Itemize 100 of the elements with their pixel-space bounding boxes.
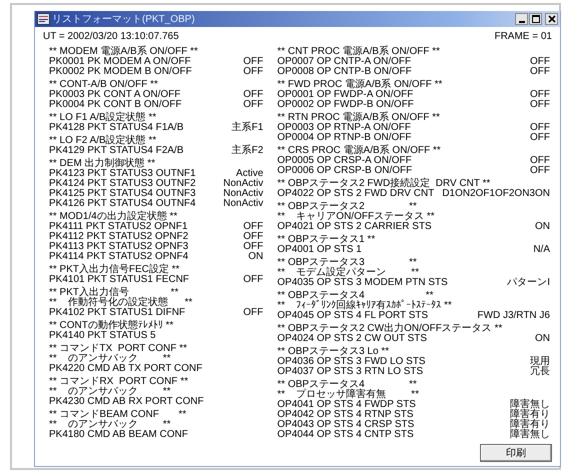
item-value: ON: [248, 252, 264, 262]
group-heading: ** CONT-A/B ON/OFF **: [49, 80, 158, 90]
item-label: PK4180 CMD AB BEAM CONF: [49, 430, 188, 440]
item-value: 冗長: [530, 367, 551, 377]
item-value: OFF: [530, 90, 551, 100]
group-heading: ** 作動符号化の設定状態 **: [49, 298, 194, 308]
item-label: PK0004 PK CONT B ON/OFF: [49, 100, 182, 110]
group-heading: ** DEM 出力制御状態 **: [49, 159, 156, 169]
item-label: PK0001 PK MODEM A ON/OFF: [49, 57, 191, 67]
maximize-button[interactable]: [529, 13, 542, 25]
item-value: 障害有り: [510, 420, 551, 430]
item-label: OP4001 OP STS 1: [277, 245, 362, 255]
item-value: パターンI: [507, 278, 551, 288]
item-label: PK4113 PKT STATUS2 OPNF3: [49, 242, 188, 252]
item-value: OFF: [243, 275, 264, 285]
group-heading: ** のアンサバック **: [49, 354, 172, 364]
item-value: 障害無し: [510, 400, 551, 410]
item-value: D1ON2OF1OF2ON3ON: [442, 189, 551, 199]
item-label: PK0002 PK MODEM B ON/OFF: [49, 67, 192, 77]
item-label: OP0001 OP FWDP-A ON/OFF: [277, 90, 414, 100]
item-value: ON: [535, 222, 551, 232]
group-heading: ** LO F2 A/B設定状態 **: [49, 136, 156, 146]
item-value: OFF: [243, 100, 264, 110]
item-label: OP4021 OP STS 2 CARRIER STS: [277, 222, 432, 232]
group-heading: ** ﾌｨｰﾀﾞﾘﾝｸ回線ｷｬﾘｱ有ｽｶﾎﾟｰﾄｽﾃｰﾀｽ **: [277, 301, 453, 311]
group-heading: ** MOD1/4の出力設定状態 **: [49, 212, 178, 222]
group-heading: ** キャリアON/OFFステータス **: [277, 212, 436, 222]
group-heading: ** モデム設定パターン **: [277, 268, 420, 278]
group-heading: ** PKT入出力信号 **: [49, 288, 180, 298]
item-label: OP0006 OP CRSP-B ON/OFF: [277, 166, 412, 176]
maximize-icon: [532, 15, 540, 23]
item-value: 障害無し: [510, 430, 551, 440]
item-value: OFF: [530, 57, 551, 67]
item-value: 現用: [530, 357, 551, 367]
item-label: PK4101 PKT STATUS1 FECNF: [49, 275, 190, 285]
group-heading: ** OBPステータス3 **: [277, 258, 418, 268]
item-value: OFF: [530, 133, 551, 143]
item-value: OFF: [243, 222, 264, 232]
group-heading: ** のアンサバック **: [49, 387, 172, 397]
item-value: OFF: [530, 123, 551, 133]
item-value: OFF: [530, 156, 551, 166]
close-icon: [548, 15, 556, 23]
item-label: PK4126 PKT STATUS4 OUTNF4: [49, 199, 196, 209]
window-title: リストフォーマット(PKT_OBP): [52, 13, 196, 26]
item-label: OP4024 OP STS 2 CW OUT STS: [277, 334, 427, 344]
item-value: OFF: [243, 90, 264, 100]
group-heading: ** OBPステータス4 **: [277, 291, 434, 301]
minimize-button[interactable]: [515, 13, 528, 25]
item-value: OFF: [243, 308, 264, 318]
group-heading: ** RTN PROC 電源A/B系 ON/OFF **: [277, 113, 441, 123]
item-value: NonActiv: [223, 189, 264, 199]
group-heading: ** CRS PROC 電源A/B系 ON/OFF **: [277, 146, 442, 156]
item-value: NonActiv: [223, 179, 264, 189]
item-value: N/A: [533, 245, 551, 255]
item-label: PK4124 PKT STATUS3 OUTNF2: [49, 179, 196, 189]
item-label: OP0007 OP CNTP-A ON/OFF: [277, 57, 412, 67]
item-label: OP4043 OP STS 4 CRSP STS: [277, 420, 414, 430]
group-heading: ** OBPステータス2 **: [277, 202, 418, 212]
item-value: NonActiv: [223, 199, 264, 209]
item-value: Active: [236, 169, 264, 179]
group-heading: ** コマンドTX PORT CONF **: [49, 344, 188, 354]
item-label: PK4125 PKT STATUS4 OUTNF3: [49, 189, 196, 199]
item-label: OP4042 OP STS 4 RTNP STS: [277, 410, 414, 420]
item-value: OFF: [530, 166, 551, 176]
group-heading: ** のアンサバック **: [49, 420, 172, 430]
item-value: OFF: [243, 67, 264, 77]
group-heading: ** OBPステータス2 FWD接続設定 DRV CNT **: [277, 179, 492, 189]
group-heading: ** OBPステータス2 CW出力ON/OFFステータス **: [277, 324, 504, 334]
item-label: OP4041 OP STS 4 FWDP STS: [277, 400, 416, 410]
group-heading: ** OBPステータス4 **: [277, 380, 418, 390]
group-heading: ** CONTの動作状態ﾃﾚﾒﾄﾘ **: [49, 321, 174, 331]
item-label: OP4044 OP STS 4 CNTP STS: [277, 430, 414, 440]
item-label: OP0008 OP CNTP-B ON/OFF: [277, 67, 412, 77]
item-value: OFF: [530, 100, 551, 110]
item-label: OP4035 OP STS 3 MODEM PTN STS: [277, 278, 448, 288]
item-label: OP0004 OP RTNP-B ON/OFF: [277, 133, 412, 143]
item-label: PK0003 PK CONT A ON/OFF: [49, 90, 181, 100]
close-button[interactable]: [545, 13, 558, 25]
item-value: 障害有り: [510, 410, 551, 420]
group-heading: ** プロセッサ障害有無 **: [277, 390, 420, 400]
print-button[interactable]: 印刷: [480, 444, 552, 462]
item-label: OP0005 OP CRSP-A ON/OFF: [277, 156, 412, 166]
item-label: PK4129 PKT STATUS4 F2A/B: [49, 146, 184, 156]
group-heading: ** コマンドBEAM CONF **: [49, 410, 188, 420]
item-label: PK4102 PKT STATUS1 DIFNF: [49, 308, 186, 318]
item-value: 主系F2: [232, 146, 264, 156]
item-value: ON: [535, 334, 551, 344]
item-label: PK4128 PKT STATUS4 F1A/B: [49, 123, 184, 133]
item-label: OP0003 OP RTNP-A ON/OFF: [277, 123, 411, 133]
group-heading: ** FWD PROC 電源A/B系 ON/OFF **: [277, 80, 444, 90]
item-label: PK4140 PKT STATUS 5: [49, 331, 156, 341]
item-label: PK4112 PKT STATUS2 OPNF2: [49, 232, 188, 242]
item-value: FWD J3/RTN J6: [477, 311, 551, 321]
item-label: PK4114 PKT STATUS2 OPNF4: [49, 252, 188, 262]
item-value: 主系F1: [232, 123, 264, 133]
item-value: OFF: [530, 67, 551, 77]
group-heading: ** OBPステータス3 Lo **: [277, 347, 390, 357]
item-label: PK4220 CMD AB TX PORT CONF: [49, 364, 202, 374]
item-value: OFF: [243, 232, 264, 242]
item-label: OP4036 OP STS 3 FWD LO STS: [277, 357, 426, 367]
